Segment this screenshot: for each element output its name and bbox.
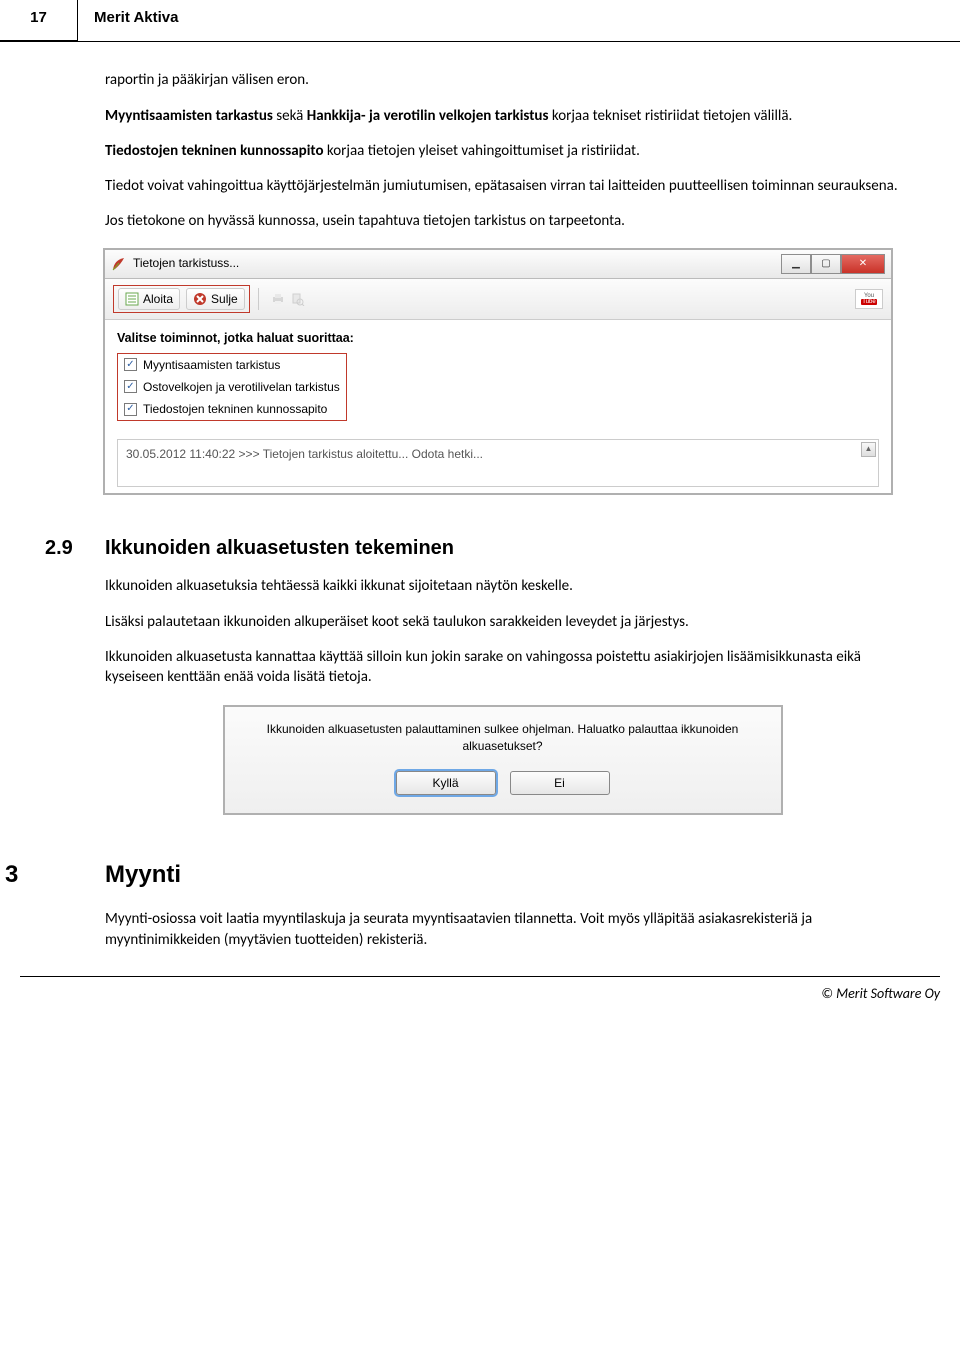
print-icon (271, 292, 285, 306)
chapter-title: Myynti (105, 859, 181, 891)
body-text: raportin ja pääkirjan välisen eron. (105, 70, 900, 90)
scroll-up-button[interactable]: ▲ (861, 442, 876, 457)
screenshot-window: Tietojen tarkistuss... ▁ ▢ ✕ Aloita (103, 248, 893, 496)
doc-title: Merit Aktiva (78, 0, 178, 41)
sulje-button[interactable]: Sulje (186, 288, 245, 310)
checkbox-label: Myyntisaamisten tarkistus (143, 357, 280, 373)
maximize-button[interactable]: ▢ (811, 254, 841, 274)
button-label: Sulje (211, 291, 238, 307)
body-text: Ikkunoiden alkuasetuksia tehtäessä kaikk… (105, 576, 900, 596)
cancel-icon (193, 292, 207, 306)
yes-button[interactable]: Kyllä (396, 771, 496, 795)
body-text: Myyntisaamisten tarkastus sekä Hankkija-… (105, 106, 900, 126)
page-footer: © Merit Software Oy (20, 976, 940, 1022)
app-icon (111, 256, 127, 272)
checkbox-group-highlight: ✓ Myyntisaamisten tarkistus ✓ Ostovelkoj… (117, 353, 347, 422)
section-number: 2.9 (45, 535, 105, 562)
close-button[interactable]: ✕ (841, 254, 885, 274)
prompt-label: Valitse toiminnot, jotka haluat suoritta… (117, 330, 879, 347)
body-text: Tiedot voivat vahingoittua käyttöjärjest… (105, 176, 900, 196)
body-text: Jos tietokone on hyvässä kunnossa, usein… (105, 211, 900, 231)
checkbox[interactable]: ✓ (124, 380, 137, 393)
youtube-icon[interactable]: You Tube (855, 289, 883, 309)
minimize-button[interactable]: ▁ (781, 254, 811, 274)
dialog-message: Ikkunoiden alkuasetusten palauttaminen s… (237, 721, 769, 755)
body-text: Lisäksi palautetaan ikkunoiden alkuperäi… (105, 612, 900, 632)
checkbox[interactable]: ✓ (124, 358, 137, 371)
body-text: Tiedostojen tekninen kunnossapito korjaa… (105, 141, 900, 161)
toolbar: Aloita Sulje (105, 279, 891, 320)
toolbar-group-highlight: Aloita Sulje (113, 285, 250, 313)
sheet-icon (125, 292, 139, 306)
chapter-number: 3 (5, 859, 105, 891)
preview-icon (291, 292, 305, 306)
window-title: Tietojen tarkistuss... (133, 255, 239, 271)
page-number: 17 (0, 0, 78, 41)
screenshot-dialog: Ikkunoiden alkuasetusten palauttaminen s… (223, 705, 783, 815)
checkbox-label: Tiedostojen tekninen kunnossapito (143, 401, 327, 417)
copyright: © Merit Software Oy (821, 985, 940, 1002)
checkbox-label: Ostovelkojen ja verotilivelan tarkistus (143, 379, 340, 395)
window-titlebar: Tietojen tarkistuss... ▁ ▢ ✕ (105, 250, 891, 279)
button-label: Aloita (143, 291, 173, 307)
log-output: 30.05.2012 11:40:22 >>> Tietojen tarkist… (117, 439, 879, 487)
chapter-heading: 3 Myynti (5, 859, 900, 891)
page-header: 17 Merit Aktiva (0, 0, 960, 42)
checkbox[interactable]: ✓ (124, 403, 137, 416)
body-text: Ikkunoiden alkuasetusta kannattaa käyttä… (105, 647, 900, 688)
no-button[interactable]: Ei (510, 771, 610, 795)
section-title: Ikkunoiden alkuasetusten tekeminen (105, 535, 454, 562)
body-text: Myynti-osiossa voit laatia myyntilaskuja… (105, 909, 900, 950)
section-heading: 2.9 Ikkunoiden alkuasetusten tekeminen (45, 535, 900, 562)
aloita-button[interactable]: Aloita (118, 288, 180, 310)
toolbar-disabled-group (267, 290, 309, 308)
